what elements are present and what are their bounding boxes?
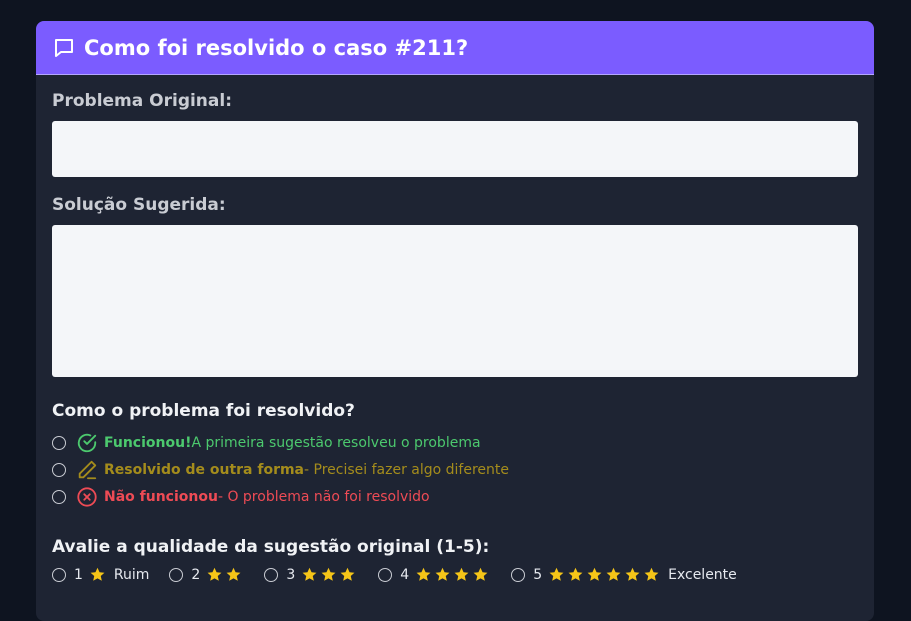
solution-field[interactable] xyxy=(52,225,858,377)
rating-number: 3 xyxy=(286,566,296,583)
option-worked-text: A primeira sugestão resolveu o problema xyxy=(191,434,481,451)
rating-number: 1 xyxy=(74,566,83,583)
star-icon xyxy=(435,567,450,581)
star-icon xyxy=(568,567,583,581)
feedback-card: Como foi resolvido o caso #211? Problema… xyxy=(36,21,874,621)
star-icon xyxy=(416,567,431,581)
chat-bubble-icon xyxy=(55,38,73,57)
option-worked-strong: Funcionou! xyxy=(104,434,192,451)
radio-worked[interactable] xyxy=(52,435,66,450)
star-icon xyxy=(302,567,317,581)
rating-option-5[interactable]: 5 Excelente xyxy=(511,566,737,583)
rating-option-1[interactable]: 1 Ruim xyxy=(52,566,149,583)
rating-number: 4 xyxy=(400,566,410,583)
radio-other-way[interactable] xyxy=(52,462,66,477)
option-other-way-text: - Precisei fazer algo diferente xyxy=(304,461,510,478)
star-icon xyxy=(454,567,469,581)
option-failed[interactable]: Não funcionou - O problema não foi resol… xyxy=(52,483,858,510)
card-title: Como foi resolvido o caso #211? xyxy=(84,35,469,60)
star-icon xyxy=(340,567,355,581)
star-icon xyxy=(226,567,241,581)
rating-group: 1 Ruim 2 3 4 5 Excelente xyxy=(52,566,858,583)
star-icon xyxy=(549,567,564,581)
star-icon xyxy=(644,567,659,581)
star-icon xyxy=(207,567,222,581)
rating-number: 2 xyxy=(191,566,201,583)
option-failed-strong: Não funcionou xyxy=(104,488,218,505)
option-other-way-strong: Resolvido de outra forma xyxy=(104,461,305,478)
rating-radio-5[interactable] xyxy=(511,567,526,582)
rating-word-excellent: Excelente xyxy=(668,566,737,583)
option-failed-text: - O problema não foi resolvido xyxy=(217,488,430,505)
rating-radio-1[interactable] xyxy=(52,567,66,582)
rating-option-2[interactable]: 2 xyxy=(169,566,244,583)
rating-option-4[interactable]: 4 xyxy=(378,566,491,583)
check-circle-icon xyxy=(77,433,97,452)
rating-radio-4[interactable] xyxy=(378,567,393,582)
problem-label: Problema Original: xyxy=(52,91,233,111)
rating-option-3[interactable]: 3 xyxy=(264,566,358,583)
pencil-icon xyxy=(78,460,97,479)
rating-number: 5 xyxy=(533,566,543,583)
solution-label: Solução Sugerida: xyxy=(52,195,226,215)
star-icon xyxy=(606,567,621,581)
x-circle-icon xyxy=(77,486,97,507)
star-icon xyxy=(587,567,602,581)
star-icon xyxy=(625,567,640,581)
star-icon xyxy=(473,567,488,581)
rating-radio-2[interactable] xyxy=(169,567,184,582)
star-icon xyxy=(321,567,336,581)
problem-field[interactable] xyxy=(52,121,858,177)
card-header: Como foi resolvido o caso #211? xyxy=(36,21,874,75)
radio-failed[interactable] xyxy=(52,489,66,504)
star-icon xyxy=(90,567,105,581)
resolution-title: Como o problema foi resolvido? xyxy=(52,401,355,421)
rating-word-bad: Ruim xyxy=(113,566,150,583)
option-other-way[interactable]: Resolvido de outra forma - Precisei faze… xyxy=(52,456,858,483)
option-worked[interactable]: Funcionou! A primeira sugestão resolveu … xyxy=(52,429,858,456)
rating-title: Avalie a qualidade da sugestão original … xyxy=(52,537,490,557)
rating-radio-3[interactable] xyxy=(264,567,279,582)
